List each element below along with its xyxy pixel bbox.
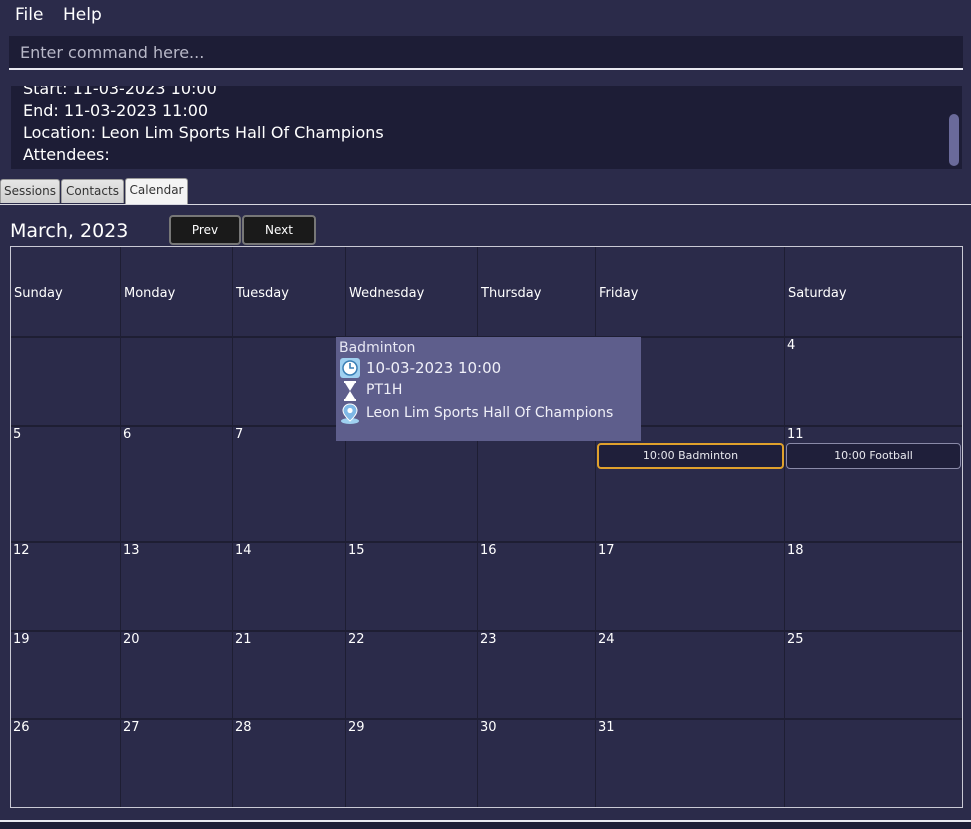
result-line-end: End: 11-03-2023 11:00 (23, 101, 209, 120)
event-football[interactable]: 10:00 Football (786, 443, 961, 469)
prev-button[interactable]: Prev (169, 215, 241, 245)
hourglass-icon (344, 381, 356, 401)
day-number[interactable]: 25 (787, 632, 804, 647)
day-number[interactable]: 12 (13, 543, 30, 558)
result-line-location: Location: Leon Lim Sports Hall Of Champi… (23, 123, 384, 142)
day-name-monday: Monday (124, 286, 176, 301)
day-number[interactable]: 24 (598, 632, 615, 647)
event-badminton[interactable]: 10:00 Badminton (597, 443, 784, 469)
day-number[interactable]: 11 (787, 427, 804, 442)
status-bar (0, 822, 971, 829)
next-button[interactable]: Next (242, 215, 316, 245)
tab-sessions[interactable]: Sessions (0, 179, 60, 203)
day-number[interactable]: 17 (598, 543, 615, 558)
day-number[interactable]: 4 (787, 338, 795, 353)
result-display: Start: 11-03-2023 10:00 End: 11-03-2023 … (11, 86, 946, 169)
result-scrollbar[interactable] (946, 86, 962, 169)
day-name-friday: Friday (599, 286, 639, 301)
day-name-wednesday: Wednesday (349, 286, 425, 301)
location-pin-icon (341, 403, 359, 424)
month-label: March, 2023 (10, 220, 129, 242)
day-number[interactable]: 13 (123, 543, 140, 558)
popup-location: Leon Lim Sports Hall Of Champions (366, 405, 614, 421)
day-number[interactable]: 27 (123, 720, 140, 735)
tab-calendar[interactable]: Calendar (125, 178, 188, 204)
grid-column-divider (477, 247, 478, 807)
day-number[interactable]: 26 (13, 720, 30, 735)
grid-column-divider (595, 247, 596, 807)
popup-duration: PT1H (366, 382, 403, 398)
popup-datetime: 10-03-2023 10:00 (366, 359, 502, 377)
day-number[interactable]: 6 (123, 427, 131, 442)
tab-contacts[interactable]: Contacts (61, 179, 124, 203)
day-number[interactable]: 20 (123, 632, 140, 647)
result-line-start: Start: 11-03-2023 10:00 (23, 86, 217, 98)
tab-divider (0, 204, 971, 205)
day-number[interactable]: 18 (787, 543, 804, 558)
day-name-saturday: Saturday (788, 286, 847, 301)
day-name-tuesday: Tuesday (236, 286, 289, 301)
day-number[interactable]: 16 (480, 543, 497, 558)
day-name-thursday: Thursday (481, 286, 542, 301)
command-box (9, 36, 963, 70)
day-number[interactable]: 23 (480, 632, 497, 647)
clock-icon (340, 358, 360, 378)
day-number[interactable]: 28 (235, 720, 252, 735)
grid-column-divider (232, 247, 233, 807)
menu-help[interactable]: Help (63, 5, 102, 25)
day-number[interactable]: 7 (235, 427, 243, 442)
day-number[interactable]: 30 (480, 720, 497, 735)
day-number[interactable]: 22 (348, 632, 365, 647)
day-number[interactable]: 15 (348, 543, 365, 558)
grid-column-divider (345, 247, 346, 807)
grid-column-divider (120, 247, 121, 807)
result-line-attendees: Attendees: (23, 145, 110, 164)
day-number[interactable]: 29 (348, 720, 365, 735)
result-scrollbar-thumb[interactable] (949, 114, 959, 166)
day-number[interactable]: 31 (598, 720, 615, 735)
day-number[interactable]: 21 (235, 632, 252, 647)
day-number[interactable]: 5 (13, 427, 21, 442)
menu-file[interactable]: File (15, 5, 43, 25)
day-number[interactable]: 14 (235, 543, 252, 558)
menu-bar: File Help (0, 0, 971, 32)
popup-title: Badminton (339, 340, 416, 356)
event-popup: Badminton 10-03-2023 10:00 PT1H Leon Lim… (336, 337, 641, 441)
day-number[interactable]: 19 (13, 632, 30, 647)
day-name-sunday: Sunday (14, 286, 63, 301)
grid-column-divider (784, 247, 785, 807)
command-input[interactable] (9, 36, 963, 68)
